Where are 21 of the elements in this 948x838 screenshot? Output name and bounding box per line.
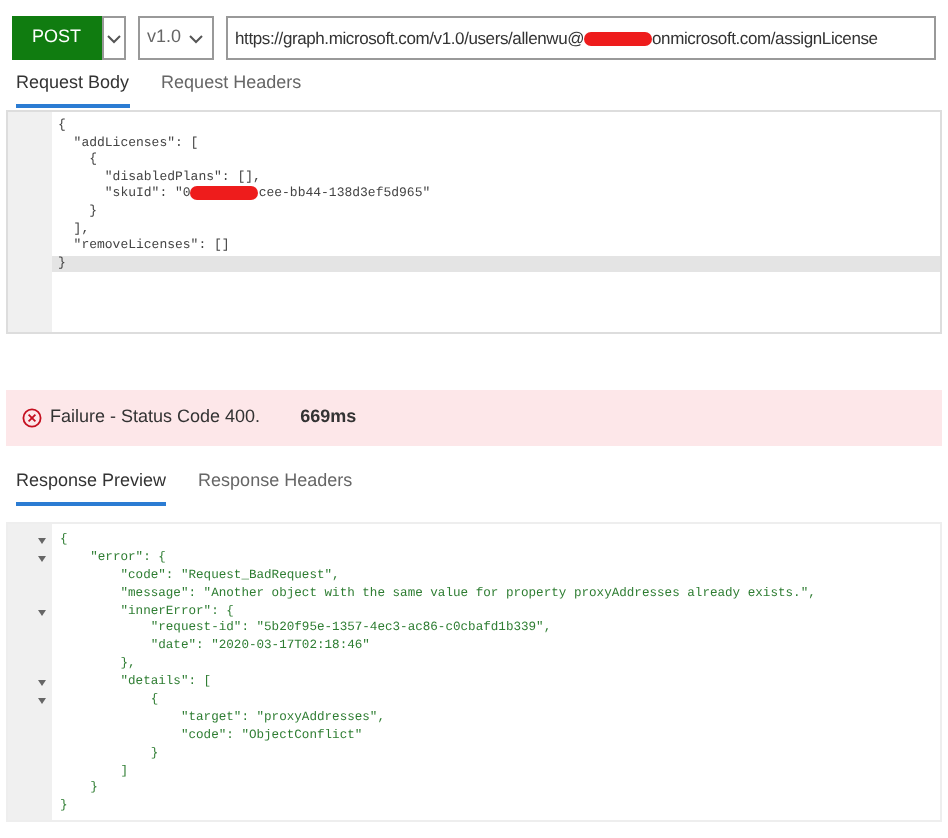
chevron-icon bbox=[105, 33, 122, 43]
url-text: onmicrosoft.com/assignLicense bbox=[652, 25, 878, 51]
fold-icon[interactable] bbox=[38, 609, 46, 615]
tab[interactable]: Request Body bbox=[16, 69, 130, 108]
url-text: https://graph.microsoft.com/v1.0/users/allenwu@ bbox=[235, 25, 585, 51]
method-button[interactable]: POST bbox=[12, 16, 102, 60]
fold-icon[interactable] bbox=[38, 680, 46, 687]
tab[interactable]: Request Headers bbox=[161, 69, 302, 108]
version-dropdown[interactable]: v1.0 bbox=[137, 16, 214, 60]
fold-icon[interactable] bbox=[38, 555, 46, 562]
url-field[interactable]: https://graph.microsoft.com/v1.0/users/allenwu@ onmicrosoft.com/assignLicense bbox=[225, 16, 936, 60]
chevron-icon bbox=[187, 33, 204, 43]
version-text: v1.0 bbox=[147, 24, 182, 51]
fold-icon[interactable] bbox=[38, 697, 46, 704]
tab[interactable]: Response Headers bbox=[198, 467, 353, 506]
status-text: Failure - Status Code 400. bbox=[50, 404, 261, 431]
error-icon bbox=[22, 408, 42, 428]
fold-icon[interactable] bbox=[38, 537, 46, 544]
tab[interactable]: Response Preview bbox=[16, 467, 167, 506]
method-dropdown-button[interactable] bbox=[101, 16, 126, 60]
duration-text: 669ms bbox=[300, 404, 357, 431]
